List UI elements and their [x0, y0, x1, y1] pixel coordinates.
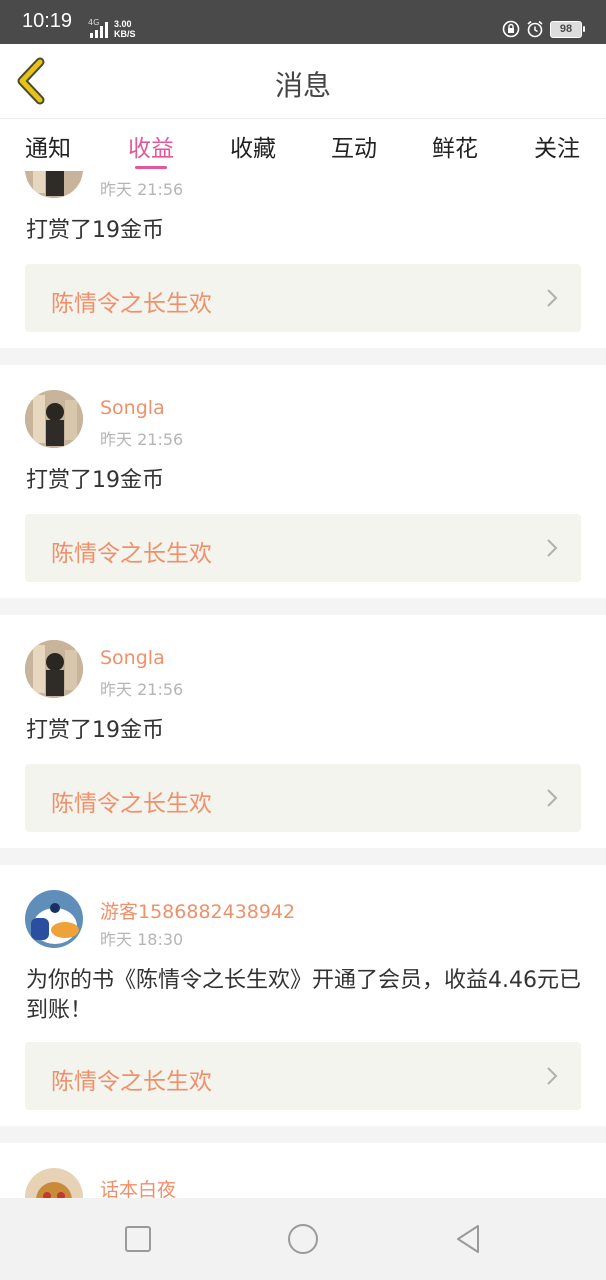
network-speed: 3.00 KB/S — [114, 19, 136, 39]
user-avatar[interactable] — [25, 890, 83, 948]
book-title: 陈情令之长生欢 — [51, 541, 212, 567]
page-title: 消息 — [274, 69, 331, 102]
app-header: 消息 — [0, 44, 606, 119]
book-link[interactable]: 陈情令之长生欢 — [25, 514, 581, 582]
message-card: 游客1586882438942 昨天 18:30 为你的书《陈情令之长生欢》开通… — [0, 865, 606, 1126]
message-card: 话本白夜 — [0, 1143, 606, 1198]
message-card: Songla 昨天 21:56 打赏了19金币 陈情令之长生欢 — [0, 365, 606, 598]
tab-bar: 通知 收益 收藏 互动 鲜花 关注 — [0, 119, 606, 171]
battery-level: 98 — [559, 23, 573, 35]
user-avatar[interactable] — [25, 171, 83, 198]
message-feed[interactable]: 昨天 21:56 打赏了19金币 陈情令之长生欢 Songla 昨天 21:56… — [0, 171, 606, 1198]
book-link[interactable]: 陈情令之长生欢 — [25, 264, 581, 332]
message-time: 昨天 21:56 — [100, 430, 184, 449]
username[interactable]: Songla — [100, 397, 165, 419]
message-text: 打赏了19金币 — [26, 218, 164, 243]
book-link[interactable]: 陈情令之长生欢 — [25, 1042, 581, 1110]
chevron-right-icon — [547, 539, 558, 557]
user-avatar[interactable] — [25, 640, 83, 698]
message-time: 昨天 21:56 — [100, 680, 184, 699]
system-nav-bar — [0, 1198, 606, 1280]
user-avatar[interactable] — [25, 1168, 83, 1198]
tab-interactions[interactable]: 互动 — [314, 129, 394, 163]
tab-earnings[interactable]: 收益 — [111, 129, 191, 163]
book-title: 陈情令之长生欢 — [51, 1069, 212, 1095]
message-text: 为你的书《陈情令之长生欢》开通了会员，收益4.46元已到账！ — [26, 968, 581, 1023]
alarm-icon — [527, 20, 543, 38]
tab-notifications[interactable]: 通知 — [8, 129, 88, 163]
username[interactable]: Songla — [100, 647, 165, 669]
chevron-right-icon — [547, 289, 558, 307]
tab-following[interactable]: 关注 — [517, 129, 597, 163]
home-icon[interactable] — [286, 1222, 320, 1256]
username[interactable]: 话本白夜 — [100, 1175, 176, 1198]
speed-value: 3.00 — [114, 19, 132, 29]
user-avatar[interactable] — [25, 390, 83, 448]
message-time: 昨天 21:56 — [100, 180, 184, 199]
chevron-right-icon — [547, 1067, 558, 1085]
speed-unit: KB/S — [114, 29, 136, 39]
message-text: 打赏了19金币 — [26, 718, 164, 743]
active-tab-indicator — [135, 166, 167, 169]
username[interactable]: 游客1586882438942 — [100, 897, 295, 924]
signal-icon — [90, 22, 108, 38]
book-link[interactable]: 陈情令之长生欢 — [25, 764, 581, 832]
message-time: 昨天 18:30 — [100, 930, 184, 949]
back-triangle-icon[interactable] — [451, 1222, 485, 1256]
battery-icon: 98 — [550, 20, 585, 38]
tab-flowers[interactable]: 鲜花 — [415, 129, 495, 163]
recent-apps-icon[interactable] — [121, 1222, 155, 1256]
message-card: Songla 昨天 21:56 打赏了19金币 陈情令之长生欢 — [0, 615, 606, 848]
message-card: 昨天 21:56 打赏了19金币 陈情令之长生欢 — [0, 171, 606, 348]
chevron-right-icon — [547, 789, 558, 807]
rotation-lock-icon — [502, 20, 520, 38]
status-time: 10:19 — [22, 10, 73, 32]
book-title: 陈情令之长生欢 — [51, 291, 212, 317]
tab-favorites[interactable]: 收藏 — [213, 129, 293, 163]
book-title: 陈情令之长生欢 — [51, 791, 212, 817]
status-bar: 10:19 4G 3.00 KB/S 98 — [0, 0, 606, 44]
message-text: 打赏了19金币 — [26, 468, 164, 493]
